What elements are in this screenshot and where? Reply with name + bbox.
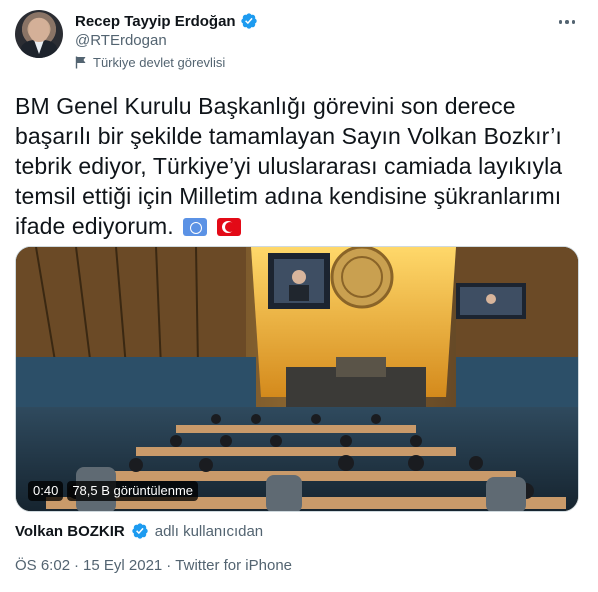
tweet-text: BM Genel Kurulu Başkanlığı görevini son … bbox=[15, 91, 583, 241]
tweet-date[interactable]: 15 Eyl 2021 bbox=[83, 557, 162, 574]
turkey-flag-emoji bbox=[216, 218, 241, 236]
meta-separator: · bbox=[166, 557, 172, 574]
author-name-line[interactable]: Recep Tayyip Erdoğan bbox=[75, 12, 258, 30]
tweet-header: Recep Tayyip Erdoğan @RTErdogan Türkiye … bbox=[15, 10, 583, 74]
author-handle[interactable]: @RTErdogan bbox=[75, 32, 167, 49]
meta-separator: · bbox=[74, 557, 80, 574]
avatar[interactable] bbox=[15, 10, 63, 58]
government-label-text: Türkiye devlet görevlisi bbox=[93, 55, 226, 70]
video-player[interactable]: 0:40 78,5 B görüntülenme bbox=[15, 246, 579, 512]
government-label: Türkiye devlet görevlisi bbox=[75, 55, 225, 70]
video-attribution: Volkan BOZKIR adlı kullanıcıdan bbox=[15, 522, 263, 540]
tweet-body: BM Genel Kurulu Başkanlığı görevini son … bbox=[15, 93, 563, 239]
video-duration: 0:40 bbox=[28, 481, 64, 501]
video-overlay: 0:40 78,5 B görüntülenme bbox=[28, 481, 199, 501]
avatar-face bbox=[29, 18, 49, 42]
flag-icon bbox=[75, 56, 87, 69]
author-display-name[interactable]: Recep Tayyip Erdoğan bbox=[75, 13, 236, 30]
attribution-name[interactable]: Volkan BOZKIR bbox=[15, 523, 125, 540]
tweet-time[interactable]: ÖS 6:02 bbox=[15, 557, 70, 574]
video-view-count: 78,5 B görüntülenme bbox=[67, 481, 199, 501]
un-flag-emoji bbox=[183, 218, 208, 236]
verified-badge-icon bbox=[131, 522, 149, 540]
more-options-icon[interactable] bbox=[553, 12, 581, 32]
tweet-meta: ÖS 6:02 · 15 Eyl 2021 · Twitter for iPho… bbox=[15, 557, 292, 574]
verified-badge-icon bbox=[240, 12, 258, 30]
video-thumbnail bbox=[16, 247, 578, 511]
attribution-suffix: adlı kullanıcıdan bbox=[154, 522, 264, 540]
tweet-source[interactable]: Twitter for iPhone bbox=[175, 557, 292, 574]
